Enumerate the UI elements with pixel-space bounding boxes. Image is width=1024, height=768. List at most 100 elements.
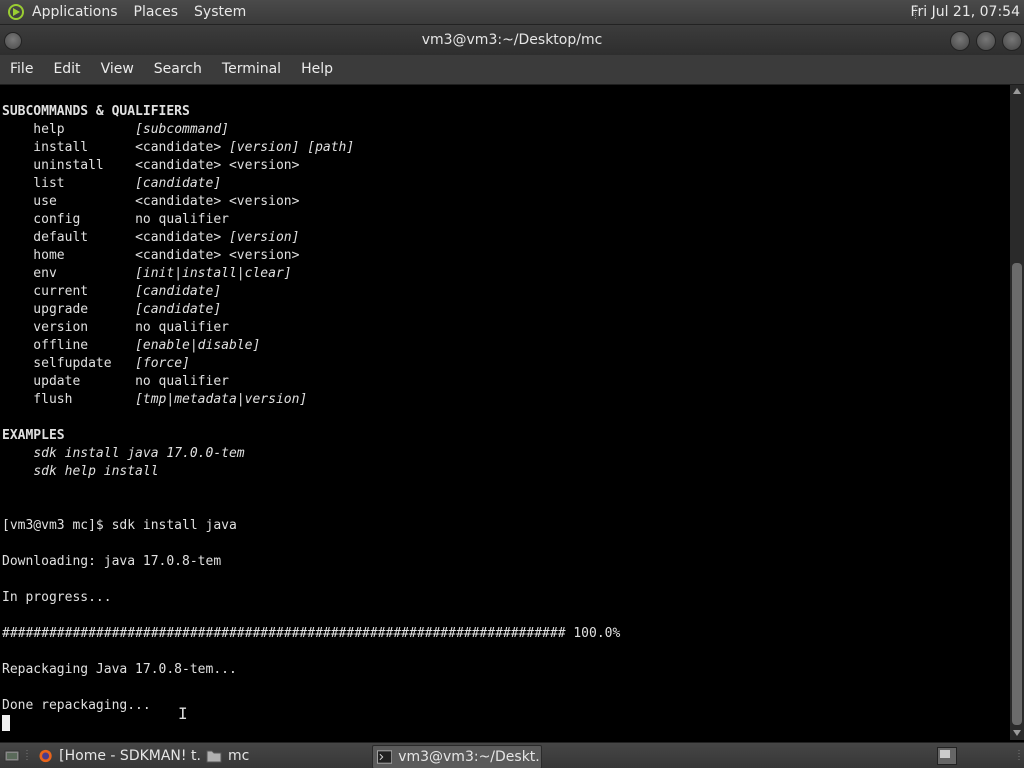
applications-menu[interactable]: Applications (32, 4, 118, 20)
subcommand-qualifier: <candidate> <version> (135, 194, 300, 209)
subcommand-name: install (2, 140, 136, 155)
cursor-line (2, 715, 620, 733)
bottom-panel: [Home - SDKMAN! t... mc vm3@vm3:~/Deskt.… (0, 742, 1024, 768)
mouse-ibeam-cursor-icon: I (178, 704, 188, 723)
subcommand-row: list [candidate] (2, 175, 620, 193)
system-menu[interactable]: System (194, 4, 246, 20)
clock[interactable]: Fri Jul 21, 07:54 (910, 0, 1020, 24)
subcommand-name: config (2, 212, 136, 227)
repackaging-status: Repackaging Java 17.0.8-tem... (2, 662, 237, 677)
subcommand-name: selfupdate (2, 356, 136, 371)
menu-help[interactable]: Help (291, 55, 343, 84)
subcommand-name: current (2, 284, 136, 299)
menu-terminal[interactable]: Terminal (212, 55, 291, 84)
subcommand-qualifier: [init|install|clear] (135, 266, 292, 281)
subcommand-row: current [candidate] (2, 283, 620, 301)
subcommand-qualifier: no qualifier (135, 212, 229, 227)
terminal-output[interactable]: SUBCOMMANDS & QUALIFIERS help [subcomman… (0, 85, 1010, 740)
workspace-switcher-icon[interactable] (937, 747, 957, 765)
minimize-button[interactable] (950, 31, 970, 51)
taskbar-item-label: mc (228, 748, 250, 764)
subcommand-qualifier: [candidate] (135, 284, 222, 299)
subcommand-row: home <candidate> <version> (2, 247, 620, 265)
folder-icon (206, 750, 222, 763)
subcommand-name: uninstall (2, 158, 136, 173)
taskbar-item-firefox[interactable]: [Home - SDKMAN! t... (38, 745, 202, 767)
menu-bar: File Edit View Search Terminal Help (0, 55, 1024, 85)
subcommand-qualifier: <candidate> [version] [path] (135, 140, 355, 155)
terminal-scrollbar[interactable] (1010, 85, 1024, 740)
subcommand-qualifier: [force] (135, 356, 190, 371)
panel-handle (1016, 748, 1022, 764)
scrollbar-thumb[interactable] (1012, 263, 1022, 725)
subcommand-name: version (2, 320, 136, 335)
distro-logo-icon[interactable] (6, 2, 26, 22)
shell-prompt: [vm3@vm3 mc]$ sdk install java (2, 518, 237, 533)
subcommand-name: use (2, 194, 136, 209)
subcommand-qualifier: <candidate> <version> (135, 248, 300, 263)
taskbar-item-label: [Home - SDKMAN! t... (59, 748, 202, 764)
show-desktop-icon[interactable] (4, 748, 20, 764)
subcommand-qualifier: <candidate> <version> (135, 158, 300, 173)
subcommand-name: upgrade (2, 302, 136, 317)
taskbar-item-mc[interactable]: mc (206, 745, 306, 767)
scroll-up-arrow-icon[interactable] (1013, 88, 1021, 94)
subcommand-qualifier: <candidate> [version] (135, 230, 300, 245)
subcommand-row: selfupdate [force] (2, 355, 620, 373)
menu-edit[interactable]: Edit (43, 55, 90, 84)
subcommand-name: list (2, 176, 136, 191)
subcommand-row: use <candidate> <version> (2, 193, 620, 211)
subcommand-row: uninstall <candidate> <version> (2, 157, 620, 175)
maximize-button[interactable] (976, 31, 996, 51)
menu-file[interactable]: File (0, 55, 43, 84)
subcommand-row: install <candidate> [version] [path] (2, 139, 620, 157)
scroll-down-arrow-icon[interactable] (1013, 730, 1021, 736)
subcommand-qualifier: [enable|disable] (135, 338, 261, 353)
progress-bar-text: ########################################… (2, 626, 621, 641)
subcommand-name: env (2, 266, 136, 281)
subcommand-row: default <candidate> [version] (2, 229, 620, 247)
subcommand-qualifier: [subcommand] (135, 122, 229, 137)
done-status: Done repackaging... (2, 698, 151, 713)
subcommand-qualifier: no qualifier (135, 320, 229, 335)
text-cursor (2, 715, 10, 731)
taskbar-item-terminal[interactable]: vm3@vm3:~/Deskt... (372, 745, 542, 768)
menu-search[interactable]: Search (144, 55, 212, 84)
subcommand-qualifier: [candidate] (135, 176, 222, 191)
subcommand-name: help (2, 122, 136, 137)
section-heading: SUBCOMMANDS & QUALIFIERS (2, 104, 190, 119)
subcommand-row: offline [enable|disable] (2, 337, 620, 355)
terminal-icon (377, 750, 393, 764)
subcommand-qualifier: [tmp|metadata|version] (135, 392, 308, 407)
subcommand-name: offline (2, 338, 136, 353)
examples-heading: EXAMPLES (2, 428, 65, 443)
subcommand-qualifier: no qualifier (135, 374, 229, 389)
subcommand-row: config no qualifier (2, 211, 620, 229)
window-title: vm3@vm3:~/Desktop/mc (421, 32, 603, 48)
places-menu[interactable]: Places (134, 4, 179, 20)
subcommand-name: default (2, 230, 136, 245)
window-titlebar[interactable]: vm3@vm3:~/Desktop/mc (0, 25, 1024, 55)
subcommand-row: update no qualifier (2, 373, 620, 391)
progress-status: In progress... (2, 590, 112, 605)
download-status: Downloading: java 17.0.8-tem (2, 554, 222, 569)
close-button[interactable] (1002, 31, 1022, 51)
subcommand-row: version no qualifier (2, 319, 620, 337)
example-line: sdk install java 17.0.0-tem (33, 446, 245, 461)
subcommand-list: help [subcommand] install <candidate> [v… (2, 121, 620, 409)
firefox-icon (39, 749, 52, 763)
subcommand-row: env [init|install|clear] (2, 265, 620, 283)
subcommand-row: upgrade [candidate] (2, 301, 620, 319)
terminal-content: SUBCOMMANDS & QUALIFIERS help [subcomman… (2, 103, 620, 733)
panel-handle (24, 748, 30, 764)
subcommand-name: home (2, 248, 136, 263)
menu-view[interactable]: View (91, 55, 144, 84)
subcommand-row: flush [tmp|metadata|version] (2, 391, 620, 409)
